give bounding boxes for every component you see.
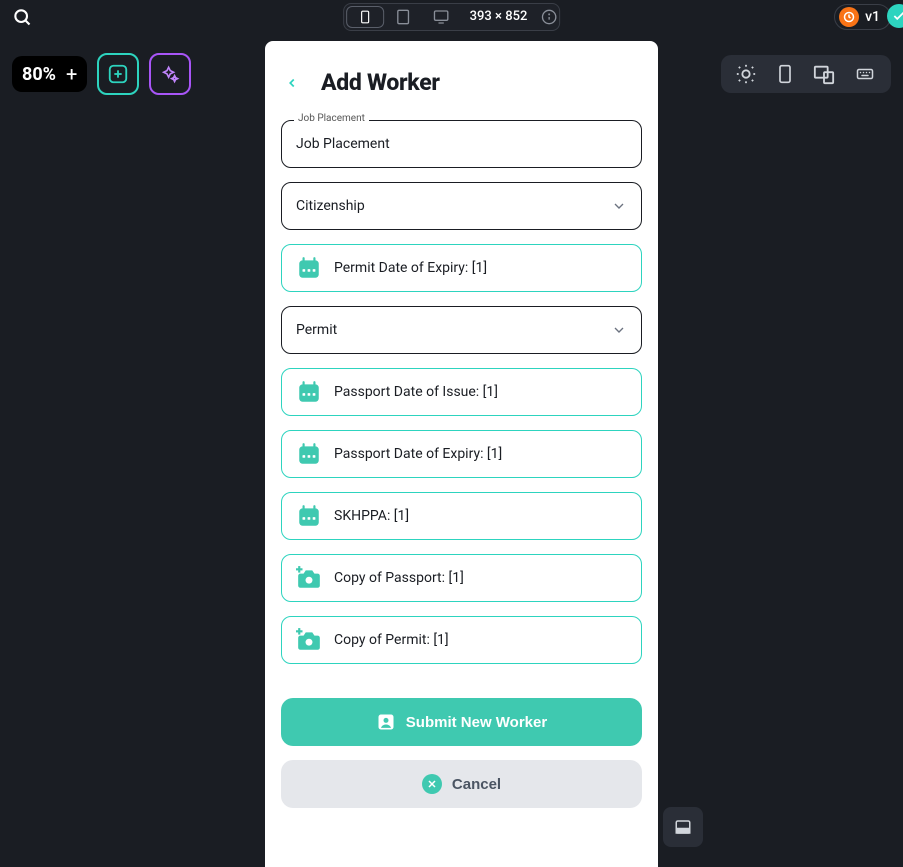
version-label: v1 [865,9,880,25]
info-icon[interactable] [541,9,557,25]
add-worker-sheet: Add Worker Job Placement Job Placement C… [265,41,658,867]
sheet-title: Add Worker [321,69,440,96]
device-size-selector: 393 × 852 [343,3,561,31]
cancel-label: Cancel [452,776,501,793]
copy-permit-label: Copy of Permit: [1] [334,632,449,648]
chevron-down-icon [611,322,627,338]
version-selector[interactable]: v1 [834,4,891,30]
back-button[interactable] [285,73,299,93]
permit-expiry-label: Permit Date of Expiry: [1] [334,260,487,276]
calendar-icon [296,255,322,281]
device-desktop-button[interactable] [422,6,460,28]
passport-expiry-label: Passport Date of Expiry: [1] [334,446,502,462]
passport-expiry-field[interactable]: Passport Date of Expiry: [1] [281,430,642,478]
person-badge-icon [376,712,396,732]
skhppa-label: SKHPPA: [1] [334,508,409,524]
phone-icon[interactable] [775,63,795,85]
permit-select[interactable]: Permit [281,306,642,354]
job-placement-legend: Job Placement [294,113,369,124]
magic-tool-button[interactable] [149,53,191,95]
plus-icon[interactable]: + [66,62,77,86]
job-placement-value: Job Placement [296,136,390,152]
submit-label: Submit New Worker [406,714,547,731]
copy-passport-field[interactable]: Copy of Passport: [1] [281,554,642,602]
passport-issue-field[interactable]: Passport Date of Issue: [1] [281,368,642,416]
keyboard-icon[interactable] [853,65,877,83]
search-icon[interactable] [12,7,32,27]
dock-panel-button[interactable] [663,807,703,847]
right-toolbar [721,55,891,93]
permit-expiry-field[interactable]: Permit Date of Expiry: [1] [281,244,642,292]
calendar-icon [296,441,322,467]
close-icon [422,774,442,794]
skhppa-field[interactable]: SKHPPA: [1] [281,492,642,540]
responsive-icon[interactable] [813,63,835,85]
chevron-down-icon [611,198,627,214]
viewport-dimensions: 393 × 852 [460,9,538,24]
add-photo-icon [296,565,322,591]
add-component-button[interactable] [97,53,139,95]
device-tablet-button[interactable] [384,6,422,28]
citizenship-label: Citizenship [296,198,365,214]
clock-icon [839,7,859,27]
device-phone-button[interactable] [346,6,384,28]
calendar-icon [296,503,322,529]
zoom-control[interactable]: 80% + [12,56,87,92]
calendar-icon [296,379,322,405]
permit-label: Permit [296,322,337,338]
citizenship-select[interactable]: Citizenship [281,182,642,230]
copy-permit-field[interactable]: Copy of Permit: [1] [281,616,642,664]
submit-button[interactable]: Submit New Worker [281,698,642,746]
job-placement-field[interactable]: Job Placement Job Placement [281,120,642,168]
cancel-button[interactable]: Cancel [281,760,642,808]
zoom-level: 80% [22,64,56,85]
sun-icon[interactable] [735,63,757,85]
passport-issue-label: Passport Date of Issue: [1] [334,384,498,400]
copy-passport-label: Copy of Passport: [1] [334,570,464,586]
add-photo-icon [296,627,322,653]
